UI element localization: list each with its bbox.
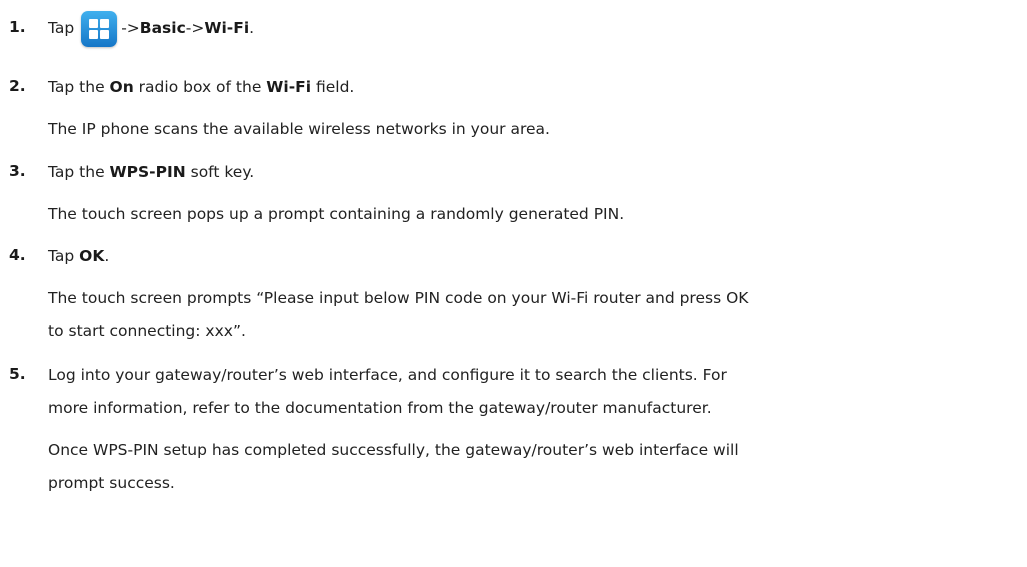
wifi-label: Wi-Fi [266, 78, 312, 96]
step-result-line-1: Once WPS-PIN setup has completed success… [48, 441, 739, 459]
step-number: 3. [9, 162, 26, 180]
ok-label: OK [79, 247, 105, 265]
step-result-line-1: The touch screen prompts “Please input b… [48, 289, 749, 307]
instructions-page: 1. Tap ->Basic->Wi-Fi. 2. Tap the On rad… [0, 0, 1027, 567]
step-result: The IP phone scans the available wireles… [48, 120, 550, 138]
step-text-end: . [104, 247, 110, 265]
arrow-text: -> [185, 19, 205, 37]
step-number: 4. [9, 246, 26, 264]
step-text-end: . [249, 19, 255, 37]
on-label: On [109, 78, 134, 96]
step-instruction: Tap OK. [48, 246, 109, 266]
step-result: The touch screen pops up a prompt contai… [48, 205, 625, 223]
step-text: Tap [48, 19, 75, 37]
step-text-end: soft key. [185, 163, 255, 181]
step-instruction-line-1: Log into your gateway/router’s web inter… [48, 366, 727, 384]
menu-wifi-label: Wi-Fi [204, 19, 250, 37]
step-instruction: Tap the WPS-PIN soft key. [48, 162, 254, 182]
step-text: radio box of the [133, 78, 267, 96]
wps-pin-label: WPS-PIN [109, 163, 186, 181]
menu-grid-icon [81, 10, 118, 47]
step-number: 2. [9, 77, 26, 95]
step-instruction: Tap ->Basic->Wi-Fi. [48, 10, 255, 47]
menu-basic-label: Basic [139, 19, 186, 37]
step-number: 1. [9, 18, 26, 36]
step-text-end: field. [311, 78, 355, 96]
arrow-text: -> [121, 19, 140, 37]
step-number: 5. [9, 365, 26, 383]
step-text: Tap [48, 247, 80, 265]
step-instruction-line-2: more information, refer to the documenta… [48, 399, 712, 417]
step-result-line-2: to start connecting: xxx”. [48, 322, 246, 340]
step-instruction: Tap the On radio box of the Wi-Fi field. [48, 77, 354, 97]
step-text: Tap the [48, 163, 110, 181]
step-text: Tap the [48, 78, 110, 96]
step-result-line-2: prompt success. [48, 474, 175, 492]
